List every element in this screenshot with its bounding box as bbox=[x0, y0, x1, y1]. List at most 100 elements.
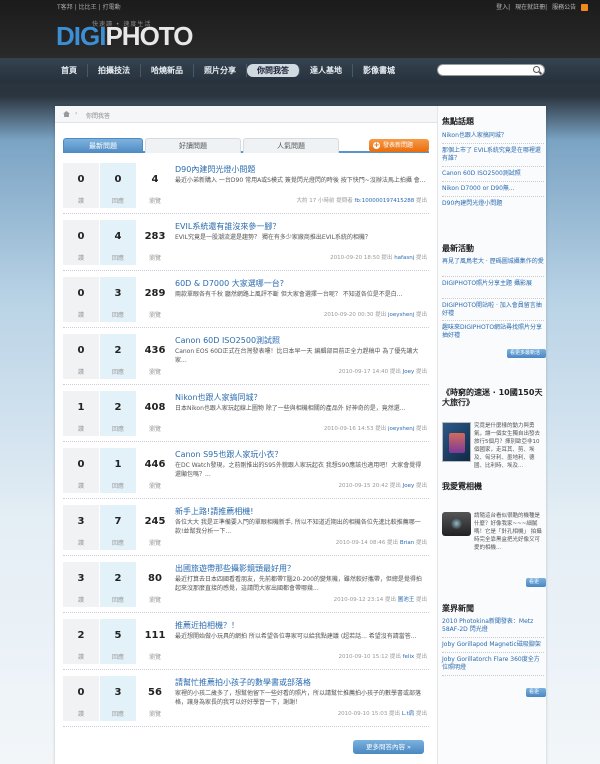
question-author[interactable]: hafasnj bbox=[394, 255, 414, 261]
question-author[interactable]: joeyshenj bbox=[388, 312, 414, 318]
hot-topic-link[interactable]: Nikon D7000 or D90無... bbox=[442, 185, 544, 193]
event-link[interactable]: 趣味來DIGIPHOTO網站尋找照片分享抽好禮 bbox=[442, 324, 544, 340]
vote-label: 讚 bbox=[77, 312, 84, 319]
divider bbox=[442, 181, 544, 182]
news-link[interactable]: 2010 Photokina新聞發表：Metz 58AF-2D 閃光燈 bbox=[442, 618, 544, 634]
rss-icon[interactable] bbox=[581, 4, 588, 11]
question-row: 2 讚 5 回應 111 瀏覽 推薦近拍相機？！ 最近想開始做小玩具的網拍 所以希望各位專家可… bbox=[63, 613, 429, 670]
vote-count-box[interactable]: 3讚 bbox=[63, 505, 99, 550]
sidebar: 焦點話題 Nikon也跟人家搞同城？ 那個上市了 EVIL系統究竟是在哪裡還有誰… bbox=[437, 106, 546, 764]
announcement-link[interactable]: 服務公告 bbox=[552, 4, 576, 11]
question-meta: 2010-09-10 15:03 提出 L.t肩 提出 bbox=[338, 709, 427, 717]
nav-photo-share[interactable]: 照片分享 bbox=[194, 64, 247, 77]
question-title[interactable]: 新手上路!請推薦相機! bbox=[175, 506, 253, 517]
partner-link-3[interactable]: 打電動 bbox=[103, 4, 121, 11]
nav-expert-base[interactable]: 達人基地 bbox=[300, 64, 353, 77]
vote-count-box[interactable]: 3讚 bbox=[63, 562, 99, 607]
question-author[interactable]: 圖池王 bbox=[398, 597, 415, 603]
answer-count-box: 2 回應 bbox=[100, 334, 136, 379]
login-link[interactable]: 登入 bbox=[496, 4, 508, 11]
question-title[interactable]: 出國旅遊帶那些攝影鏡頭最好用？ bbox=[175, 563, 295, 574]
vote-label: 讚 bbox=[77, 369, 84, 376]
more-camera-button[interactable]: 看更多 bbox=[526, 578, 546, 594]
answer-count: 3 bbox=[114, 687, 122, 698]
hot-topic-link[interactable]: Nikon也跟人家搞同城？ bbox=[442, 132, 544, 140]
event-link[interactable]: DIGIPHOTO照片分享主題 攝影展 bbox=[442, 280, 544, 288]
register-link[interactable]: 現在就註冊 bbox=[515, 4, 545, 11]
divider bbox=[442, 143, 544, 144]
question-meta: 2010-09-10 15:12 提出 felix 提出 bbox=[339, 652, 427, 660]
question-author[interactable]: Joey bbox=[403, 483, 415, 489]
vote-count-box[interactable]: 0讚 bbox=[63, 448, 99, 493]
question-title[interactable]: EVIL系統還有誰沒來參一腳？ bbox=[175, 221, 280, 232]
nav-new-products[interactable]: 哈燒新品 bbox=[141, 64, 194, 77]
event-link[interactable]: 再見了風鳥老大 · 歷碼圖城攝集作的愛 bbox=[442, 258, 544, 266]
partner-link-1[interactable]: T客邦 bbox=[57, 4, 73, 11]
tab-latest[interactable]: 最新問題 bbox=[63, 138, 143, 153]
answer-label: 回應 bbox=[111, 483, 124, 490]
nav-techniques[interactable]: 拍攝技法 bbox=[88, 64, 141, 77]
vote-label: 讚 bbox=[77, 711, 84, 718]
question-title[interactable]: Canon S95也跟人家玩小衣？ bbox=[175, 449, 282, 460]
question-title[interactable]: D90內建閃光燈小問題 bbox=[175, 164, 255, 175]
question-meta: 大約 17 小時前 提問者 fb:100000197415288 提出 bbox=[296, 196, 427, 204]
question-author[interactable]: fb:100000197415288 bbox=[354, 198, 414, 204]
answer-label: 回應 bbox=[111, 654, 124, 661]
camera-section-title: 我愛霓相機 bbox=[442, 482, 482, 491]
book-cover-image[interactable] bbox=[442, 422, 471, 462]
question-title[interactable]: 60D & D7000 大家選哪一台? bbox=[175, 278, 284, 289]
nav-qa[interactable]: 你問我答 bbox=[247, 64, 300, 77]
more-questions-button[interactable]: 更多問答內容 » bbox=[353, 740, 424, 754]
home-icon[interactable] bbox=[63, 111, 70, 117]
vote-count: 1 bbox=[77, 402, 85, 413]
vote-label: 讚 bbox=[77, 426, 84, 433]
vote-count-box[interactable]: 2讚 bbox=[63, 619, 99, 664]
question-author[interactable]: L.t肩 bbox=[402, 711, 414, 717]
camera-thumbnail[interactable] bbox=[442, 512, 471, 536]
hot-topic-link[interactable]: Canon 60D ISO2500測試照 bbox=[442, 170, 544, 178]
vote-count-box[interactable]: 0讚 bbox=[63, 220, 99, 265]
ask-question-button[interactable]: + 發表新問題 bbox=[369, 139, 429, 152]
search-input[interactable] bbox=[442, 65, 534, 75]
news-link[interactable]: Joby Gorillapod Magnetic磁吸腳架 bbox=[442, 641, 544, 649]
nav-home[interactable]: 首頁 bbox=[55, 64, 88, 77]
vote-count-box[interactable]: 0讚 bbox=[63, 277, 99, 322]
question-author[interactable]: felix bbox=[403, 654, 415, 660]
question-meta: 2010-09-20 18:50 提出 hafasnj 提出 bbox=[330, 253, 427, 261]
question-author[interactable]: Joey bbox=[403, 369, 415, 375]
question-author[interactable]: joeyshenj bbox=[388, 426, 414, 432]
question-author[interactable]: Brian bbox=[400, 540, 414, 546]
more-events-button[interactable]: 看更多最新活動 bbox=[507, 349, 546, 365]
view-label: 瀏覽 bbox=[148, 369, 161, 376]
book-title[interactable]: 《時窮的速迷 · 10國150天大旅行》 bbox=[442, 388, 544, 408]
site-logo[interactable]: DIGIPHOTO bbox=[56, 23, 193, 49]
search-icon[interactable] bbox=[533, 66, 540, 73]
partner-links: T客邦 | 比比王 | 打電動 bbox=[57, 4, 121, 11]
partner-link-2[interactable]: 比比王 bbox=[79, 4, 97, 11]
question-row: 0 讚 0 回應 4 瀏覽 D90內建閃光燈小問題 最近小弟新購入 一台D90 常用A或S模式… bbox=[63, 157, 429, 214]
vote-count-box[interactable]: 0讚 bbox=[63, 163, 99, 208]
question-tabs: 最新問題 好讀問題 人氣問題 + 發表新問題 bbox=[63, 138, 429, 153]
event-link[interactable]: DIGIPHOTO開站啦 · 加入會員留言抽好禮 bbox=[442, 302, 544, 318]
answer-label: 回應 bbox=[111, 312, 124, 319]
vote-count-box[interactable]: 1讚 bbox=[63, 391, 99, 436]
tab-popular[interactable]: 人氣問題 bbox=[243, 138, 339, 153]
question-suffix: 提出 bbox=[415, 654, 427, 660]
vote-count-box[interactable]: 0讚 bbox=[63, 676, 99, 721]
vote-label: 讚 bbox=[77, 198, 84, 205]
more-news-button[interactable]: 看更多 bbox=[526, 688, 546, 704]
divider bbox=[442, 637, 544, 638]
hot-topic-link[interactable]: D90內建閃光燈小問題 bbox=[442, 200, 544, 208]
hot-topic-link[interactable]: 那個上市了 EVIL系統究竟是在哪裡還有誰？ bbox=[442, 147, 544, 163]
question-excerpt: Canon EOS 60D正式在台灣發表嘍！比日本早一天 編輯部目前正全力趕稿中… bbox=[175, 348, 419, 364]
news-link[interactable]: Joby Gorillatorch Flare 360度全方位照明燈 bbox=[442, 656, 544, 672]
nav-bookstore[interactable]: 影像書城 bbox=[353, 64, 405, 77]
question-title[interactable]: Canon 60D ISO2500測試照 bbox=[175, 335, 280, 346]
ask-question-label: 發表新問題 bbox=[383, 142, 414, 149]
question-title[interactable]: 推薦近拍相機？！ bbox=[175, 620, 239, 631]
vote-count-box[interactable]: 0讚 bbox=[63, 334, 99, 379]
question-title[interactable]: 請幫忙推薦拍小孩子的數學書或部落格 bbox=[175, 677, 311, 688]
tab-good[interactable]: 好讀問題 bbox=[145, 138, 241, 153]
question-title[interactable]: Nikon也跟人家搞同城？ bbox=[175, 392, 262, 403]
view-label: 瀏覽 bbox=[148, 597, 161, 604]
